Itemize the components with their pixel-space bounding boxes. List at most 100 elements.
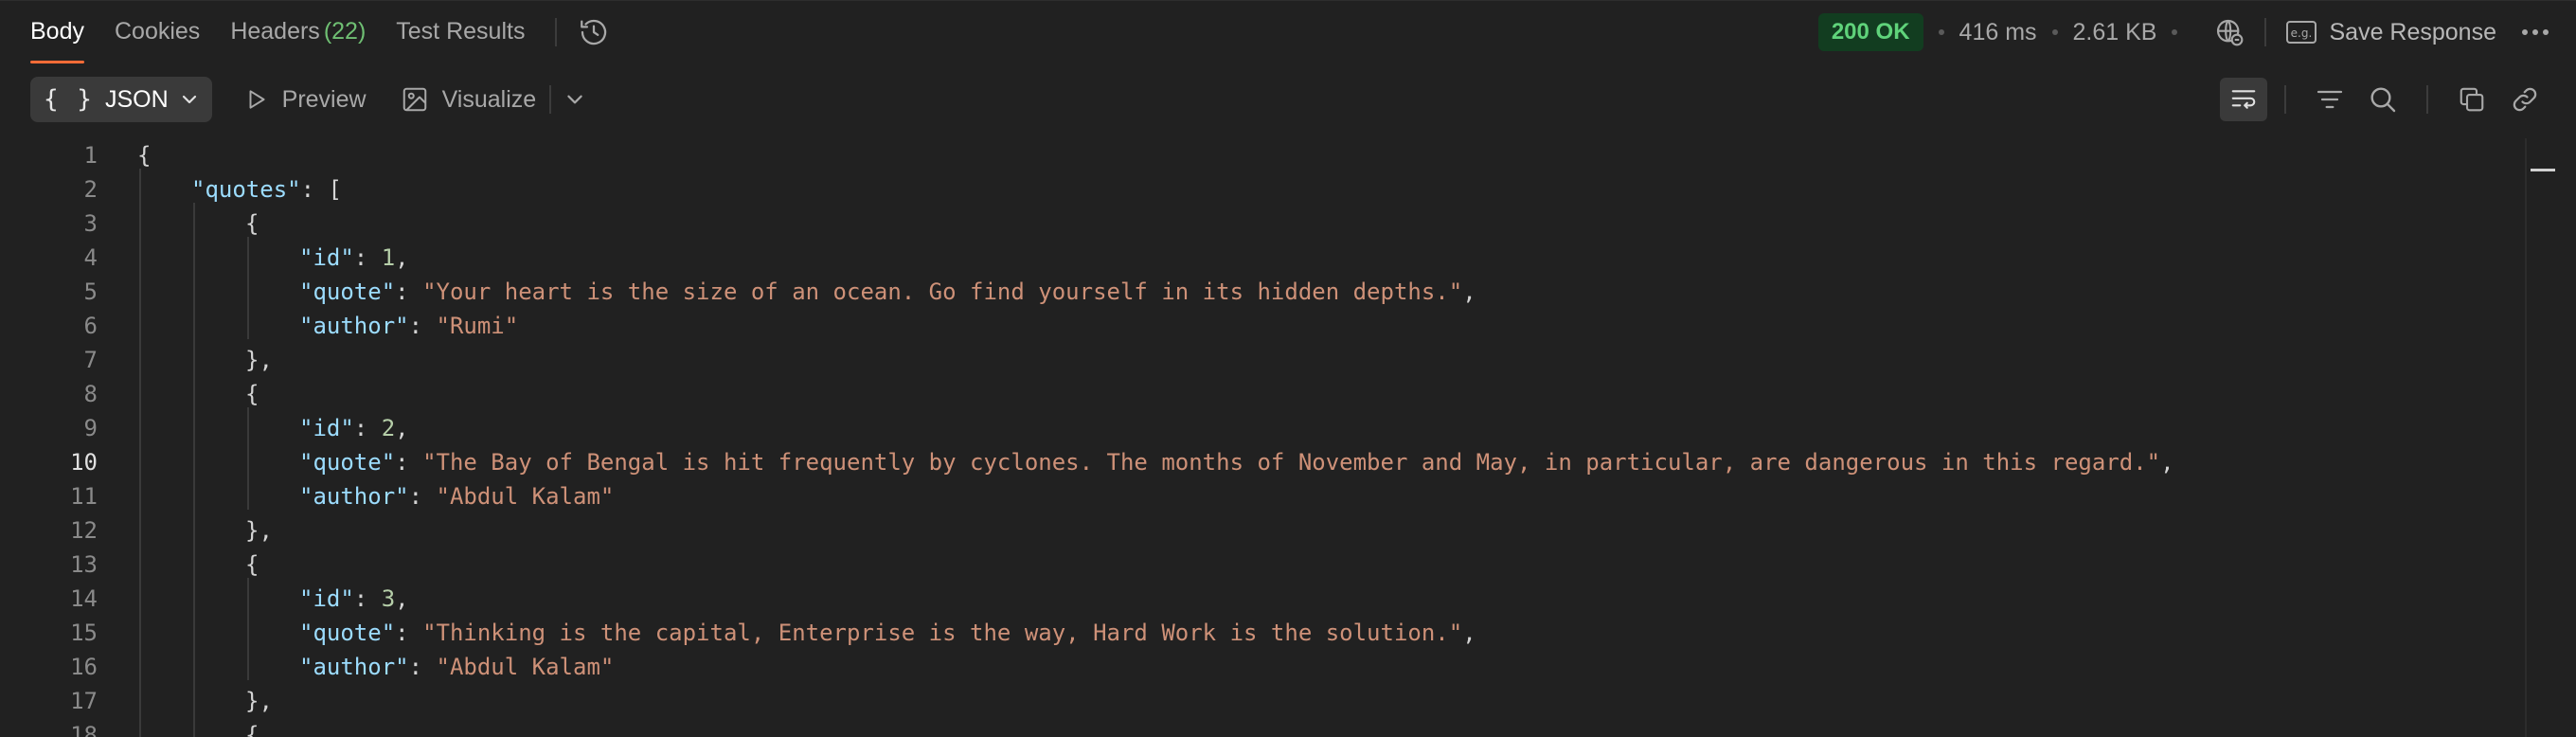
code-line: 6 "author": "Rumi" [0, 309, 2519, 343]
preview-button[interactable]: Preview [244, 86, 367, 114]
code-line: 13 { [0, 548, 2519, 582]
code-text: "author": "Abdul Kalam" [299, 479, 614, 513]
json-string: "Rumi" [436, 313, 519, 339]
line-number: 7 [83, 347, 98, 373]
code-text: }, [245, 513, 273, 548]
json-punctuation: , [2160, 449, 2174, 476]
json-key: "quote" [299, 449, 396, 476]
example-icon: e.g. [2286, 21, 2317, 44]
code-line: 16 "author": "Abdul Kalam" [0, 650, 2519, 684]
json-punctuation: { [245, 210, 259, 237]
headers-count: (22) [323, 18, 367, 45]
divider [2284, 85, 2286, 114]
code-text: "id": 3, [299, 582, 409, 616]
json-punctuation: , [395, 415, 409, 441]
divider [555, 17, 558, 46]
json-punctuation: }, [245, 688, 273, 714]
json-punctuation: : [353, 415, 382, 441]
json-response-editor[interactable]: 1{2 "quotes": [3{4 "id": 1, 5 "quote": "Your… [0, 138, 2576, 737]
json-punctuation: : [395, 279, 423, 305]
line-number: 3 [83, 210, 98, 237]
json-number: 2 [381, 415, 396, 441]
divider [549, 85, 552, 114]
code-line: 9 "id": 2, [0, 411, 2519, 445]
visualize-button[interactable]: Visualize [401, 85, 536, 114]
json-punctuation: : [408, 313, 437, 339]
json-punctuation: , [1462, 620, 1476, 646]
svg-text:e.g.: e.g. [2291, 27, 2313, 40]
code-line: 8{ [0, 377, 2519, 411]
json-key: "quote" [299, 620, 396, 646]
editor-scrollbar-thumb[interactable] [2531, 169, 2555, 171]
json-string: "The Bay of Bengal is hit frequently by … [422, 449, 2161, 476]
tab-body[interactable]: Body [30, 1, 84, 63]
status-badge[interactable]: 200 OK [1817, 13, 1923, 51]
play-icon [249, 90, 265, 109]
line-number: 6 [83, 313, 98, 339]
response-size[interactable]: 2.61 KB [2073, 19, 2157, 46]
editor-scrollbar-track[interactable] [2525, 138, 2527, 737]
json-punctuation: }, [245, 517, 273, 544]
json-punctuation: }, [245, 347, 273, 373]
chevron-down-icon [182, 95, 196, 104]
line-number: 4 [83, 244, 98, 271]
json-punctuation: : [395, 620, 423, 646]
code-line: 17}, [0, 684, 2519, 718]
code-text: "quote": "Thinking is the capital, Enter… [299, 616, 1476, 650]
line-number: 9 [83, 415, 98, 441]
line-number: 11 [70, 483, 98, 510]
json-key: "id" [299, 585, 354, 612]
code-line: 4 "id": 1, [0, 241, 2519, 275]
filter-icon[interactable] [2311, 81, 2349, 118]
wrap-lines-button[interactable] [2220, 78, 2267, 121]
json-key: "id" [299, 415, 354, 441]
json-punctuation: : [353, 244, 382, 271]
response-time[interactable]: 416 ms [1959, 19, 2037, 46]
line-number: 10 [70, 449, 98, 476]
search-icon[interactable] [2364, 81, 2402, 118]
json-key: "quote" [299, 279, 396, 305]
code-line: 7}, [0, 343, 2519, 377]
network-globe-icon[interactable] [2213, 16, 2245, 48]
line-number: 15 [70, 620, 98, 646]
json-punctuation: , [395, 585, 409, 612]
tab-headers[interactable]: Headers (22) [230, 1, 366, 63]
link-icon[interactable] [2506, 81, 2544, 118]
save-response-button[interactable]: e.g. Save Response [2285, 19, 2496, 46]
json-key: "author" [299, 654, 409, 680]
json-key: "quotes" [191, 176, 301, 203]
dot-separator [2172, 29, 2178, 35]
code-line: 10 "quote": "The Bay of Bengal is hit fre… [0, 445, 2519, 479]
tab-cookies[interactable]: Cookies [115, 1, 200, 63]
divider [2426, 85, 2428, 114]
body-toolbar: { } JSON Preview Visualize [0, 63, 2576, 136]
format-dropdown[interactable]: { } JSON [30, 77, 212, 122]
code-text: { [245, 718, 259, 737]
json-punctuation: : [ [300, 176, 342, 203]
chevron-down-icon [567, 95, 582, 104]
more-options-icon[interactable] [2519, 16, 2551, 48]
line-number: 2 [83, 176, 98, 203]
history-icon[interactable] [578, 16, 610, 48]
tab-test-results[interactable]: Test Results [396, 1, 525, 63]
json-key: "author" [299, 313, 409, 339]
code-text: { [245, 377, 259, 411]
line-number: 5 [83, 279, 98, 305]
response-meta: 200 OK 416 ms 2.61 KB e.g. Save Response [1817, 1, 2551, 63]
code-text: { [245, 207, 259, 241]
json-punctuation: { [245, 551, 259, 578]
dot-separator [2051, 29, 2058, 35]
code-line: 3{ [0, 207, 2519, 241]
code-line: 2 "quotes": [ [0, 172, 2519, 207]
response-tabs: Body Cookies Headers (22) Test Results [30, 1, 610, 63]
json-punctuation: , [395, 244, 409, 271]
json-key: "id" [299, 244, 354, 271]
visualize-options-dropdown[interactable] [564, 89, 585, 110]
json-punctuation: : [408, 654, 437, 680]
dot-separator [1938, 29, 1944, 35]
copy-icon[interactable] [2453, 81, 2491, 118]
code-text: "quote": "Your heart is the size of an o… [299, 275, 1476, 309]
json-braces-icon: { } [44, 85, 94, 114]
code-line: 1{ [0, 138, 2519, 172]
line-number: 1 [83, 142, 98, 169]
